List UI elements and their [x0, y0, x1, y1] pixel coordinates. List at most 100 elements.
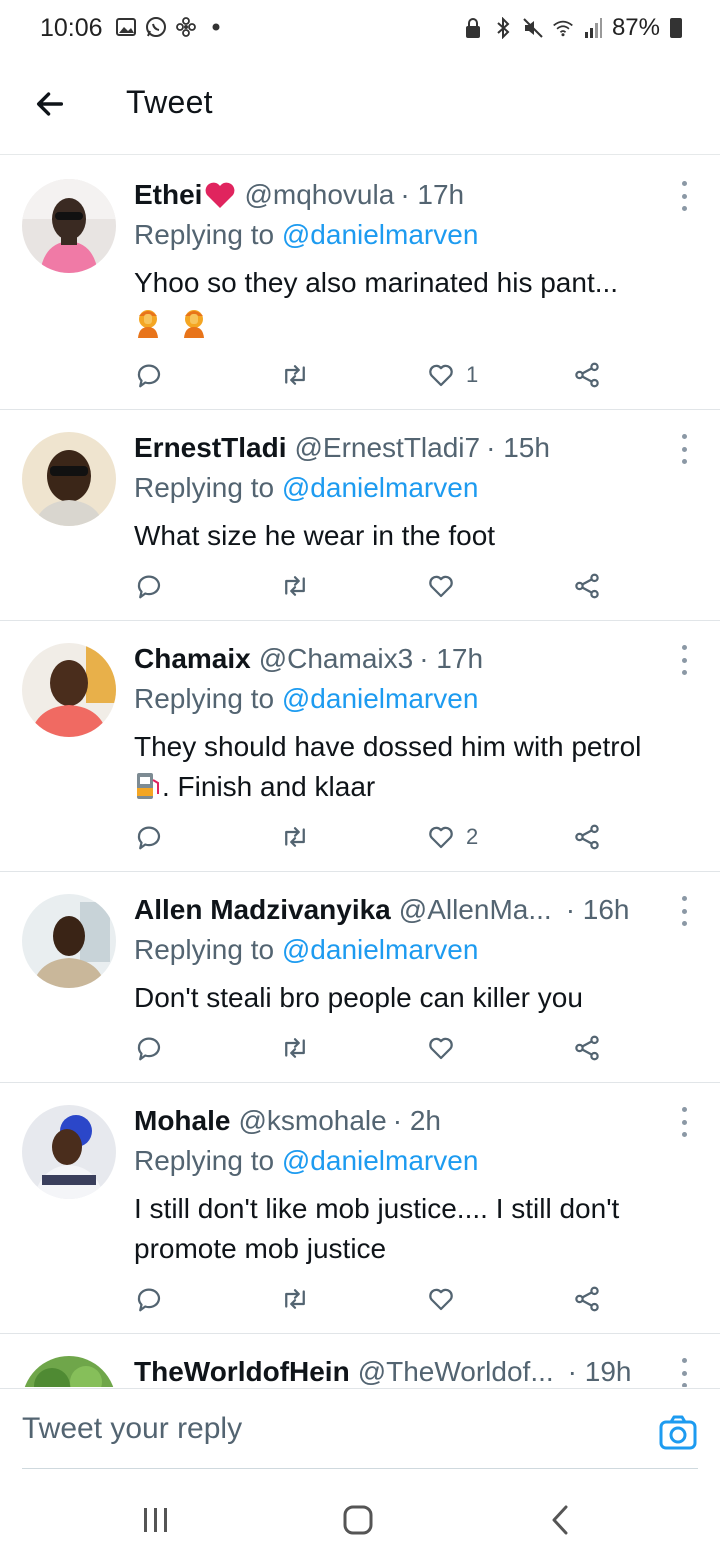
- reply-tweet[interactable]: ErnestTladi @ErnestTladi7 · 15h Replying…: [0, 410, 720, 621]
- mention-link[interactable]: @danielmarven: [282, 1145, 479, 1176]
- tweet-actions: 2: [134, 817, 614, 857]
- like-button[interactable]: 2: [426, 817, 478, 857]
- avatar[interactable]: [22, 1105, 116, 1199]
- handle[interactable]: @Chamaix3: [259, 643, 413, 675]
- display-name[interactable]: Ethei: [134, 179, 202, 211]
- reply-button[interactable]: [134, 817, 164, 857]
- handle[interactable]: @ksmohale: [238, 1105, 386, 1137]
- retweet-button[interactable]: [280, 817, 310, 857]
- person-facepalming-emoji-icon: [180, 308, 208, 349]
- like-button[interactable]: 1: [426, 355, 478, 395]
- share-icon: [575, 824, 599, 850]
- chevron-left-icon: [552, 1505, 568, 1535]
- replying-to: Replying to @danielmarven: [134, 683, 479, 714]
- arrow-left-icon: [36, 92, 64, 116]
- retweet-button[interactable]: [280, 566, 310, 606]
- timestamp[interactable]: · 17h: [400, 179, 464, 211]
- red-heart-icon: [204, 180, 236, 210]
- camera-icon: [659, 1415, 697, 1450]
- reply-button[interactable]: [134, 355, 164, 395]
- tweet-text: They should have dossed him with petrol …: [134, 727, 700, 813]
- system-back-button[interactable]: [540, 1500, 580, 1540]
- display-name[interactable]: Chamaix: [134, 643, 251, 675]
- tweet-text: Don't steali bro people can killer you: [134, 982, 583, 1013]
- tweet-actions: [134, 1028, 614, 1068]
- display-name[interactable]: Mohale: [134, 1105, 230, 1137]
- gallery-icon: [115, 16, 137, 38]
- handle[interactable]: @mqhovula: [244, 179, 394, 211]
- timestamp[interactable]: · 2h: [393, 1105, 441, 1137]
- share-button[interactable]: [572, 817, 602, 857]
- mention-link[interactable]: @danielmarven: [282, 934, 479, 965]
- avatar[interactable]: [22, 643, 116, 737]
- timestamp[interactable]: · 15h: [486, 432, 550, 464]
- like-count: 1: [466, 362, 479, 387]
- avatar[interactable]: [22, 894, 116, 988]
- timestamp[interactable]: · 17h: [419, 643, 483, 675]
- retweet-icon: [285, 576, 305, 596]
- like-button[interactable]: [426, 1028, 466, 1068]
- mute-icon: [522, 17, 544, 39]
- more-options-button[interactable]: [672, 181, 696, 211]
- back-button[interactable]: [30, 84, 70, 124]
- tweet-text: Yhoo so they also marinated his pant...: [134, 263, 700, 349]
- reply-button[interactable]: [134, 566, 164, 606]
- handle[interactable]: @ErnestTladi7: [294, 432, 480, 464]
- tweet-text: What size he wear in the foot: [134, 520, 496, 551]
- retweet-button[interactable]: [280, 1279, 310, 1319]
- timestamp[interactable]: · 16h: [566, 894, 630, 926]
- retweet-button[interactable]: [280, 1028, 310, 1068]
- like-button[interactable]: [426, 566, 466, 606]
- reply-tweet[interactable]: Chamaix @Chamaix3 · 17h Replying to @dan…: [0, 621, 720, 872]
- reply-icon: [137, 364, 161, 388]
- mention-link[interactable]: @danielmarven: [282, 683, 479, 714]
- share-button[interactable]: [572, 355, 602, 395]
- retweet-button[interactable]: [280, 355, 310, 395]
- replies-list[interactable]: Ethei @mqhovula · 17h Replying to @danie…: [0, 157, 720, 1387]
- mention-link[interactable]: @danielmarven: [282, 219, 479, 250]
- avatar[interactable]: [22, 1356, 116, 1387]
- more-options-button[interactable]: [672, 434, 696, 464]
- status-bar: 10:06 87%: [0, 0, 720, 58]
- display-name[interactable]: Allen Madzivanyika: [134, 894, 391, 926]
- reply-tweet[interactable]: Mohale @ksmohale · 2h Replying to @danie…: [0, 1083, 720, 1334]
- share-icon: [575, 573, 599, 599]
- reply-button[interactable]: [134, 1279, 164, 1319]
- mention-link[interactable]: @danielmarven: [282, 472, 479, 503]
- timestamp[interactable]: · 19h: [568, 1356, 632, 1387]
- system-nav-bar: [0, 1470, 720, 1560]
- dot-icon: [205, 16, 227, 38]
- handle[interactable]: @TheWorldof...: [358, 1356, 554, 1387]
- share-icon: [575, 1286, 599, 1312]
- reply-input[interactable]: [22, 1409, 622, 1449]
- reply-button[interactable]: [134, 1028, 164, 1068]
- avatar[interactable]: [22, 432, 116, 526]
- reply-tweet[interactable]: Allen Madzivanyika @AllenMa... · 16h Rep…: [0, 872, 720, 1083]
- home-button[interactable]: [338, 1500, 378, 1540]
- lock-icon: [462, 17, 484, 39]
- replying-to: Replying to @danielmarven: [134, 219, 479, 250]
- reply-icon: [137, 1288, 161, 1312]
- share-icon: [575, 362, 599, 388]
- more-options-button[interactable]: [672, 896, 696, 926]
- reply-tweet[interactable]: TheWorldofHein @TheWorldof... · 19h: [0, 1334, 720, 1387]
- like-button[interactable]: [426, 1279, 466, 1319]
- display-name[interactable]: ErnestTladi: [134, 432, 286, 464]
- more-options-button[interactable]: [672, 1107, 696, 1137]
- fuel-pump-emoji-icon: [134, 770, 162, 813]
- share-button[interactable]: [572, 1279, 602, 1319]
- recent-apps-button[interactable]: [136, 1500, 176, 1540]
- avatar[interactable]: [22, 179, 116, 273]
- share-button[interactable]: [572, 1028, 602, 1068]
- share-button[interactable]: [572, 566, 602, 606]
- camera-button[interactable]: [658, 1413, 698, 1453]
- reply-tweet[interactable]: Ethei @mqhovula · 17h Replying to @danie…: [0, 157, 720, 410]
- reply-icon: [137, 1037, 161, 1061]
- display-name[interactable]: TheWorldofHein: [134, 1356, 350, 1387]
- handle[interactable]: @AllenMa...: [399, 894, 552, 926]
- person-facepalming-emoji-icon: [134, 308, 162, 349]
- replying-to: Replying to @danielmarven: [134, 472, 479, 503]
- more-options-button[interactable]: [672, 645, 696, 675]
- more-options-button[interactable]: [672, 1358, 696, 1387]
- heart-icon: [429, 1037, 453, 1060]
